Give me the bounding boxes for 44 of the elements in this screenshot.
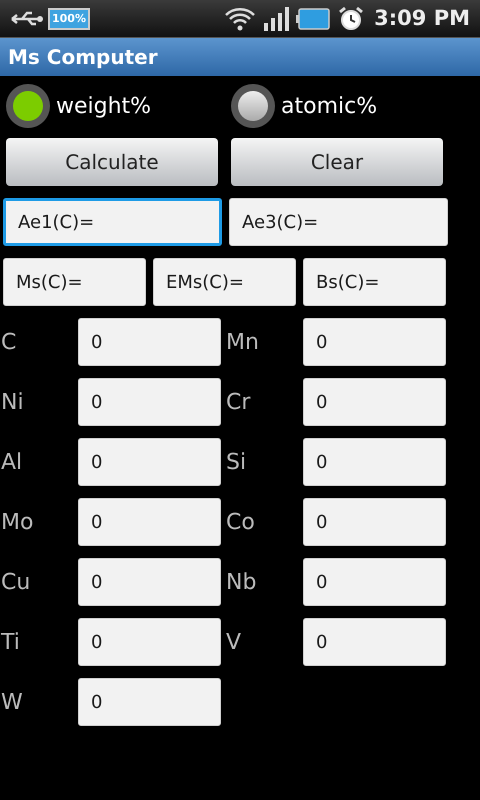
element-label: Si xyxy=(225,448,248,476)
clock-time: 3:09 PM xyxy=(374,4,470,32)
text-field[interactable]: 0 xyxy=(78,318,221,366)
element-label: Mn xyxy=(225,328,260,356)
text-field[interactable]: 0 xyxy=(303,378,446,426)
action-button[interactable]: Calculate xyxy=(6,138,218,186)
action-button[interactable]: Clear xyxy=(231,138,443,186)
text-field[interactable]: Bs(C)= xyxy=(303,258,446,306)
text-field[interactable]: 0 xyxy=(78,678,221,726)
element-label: Cr xyxy=(225,388,252,416)
alarm-clock-icon xyxy=(338,6,364,32)
text-field[interactable]: 0 xyxy=(303,498,446,546)
battery-icon xyxy=(296,8,330,30)
radio-button[interactable] xyxy=(231,84,275,128)
text-field[interactable]: 0 xyxy=(78,618,221,666)
text-field[interactable]: 0 xyxy=(78,438,221,486)
text-field[interactable]: 0 xyxy=(303,558,446,606)
element-label: Mo xyxy=(0,508,34,536)
radio-label: weight% xyxy=(56,92,152,120)
element-label: W xyxy=(0,688,24,716)
element-label: Al xyxy=(0,448,24,476)
wifi-icon xyxy=(224,6,256,32)
text-field[interactable]: 0 xyxy=(78,498,221,546)
window-title: Ms Computer xyxy=(8,44,158,71)
element-label: Cu xyxy=(0,568,32,596)
text-field[interactable]: 0 xyxy=(78,558,221,606)
element-label: C xyxy=(0,328,18,356)
text-field[interactable]: 0 xyxy=(303,318,446,366)
element-label: V xyxy=(225,628,242,656)
text-field[interactable]: 0 xyxy=(78,378,221,426)
usb-icon xyxy=(10,10,46,28)
element-label: Nb xyxy=(225,568,258,596)
radio-button[interactable] xyxy=(6,84,50,128)
element-label: Ti xyxy=(0,628,21,656)
text-field[interactable]: 0 xyxy=(303,438,446,486)
text-field[interactable]: Ae1(C)= xyxy=(3,198,222,246)
text-field[interactable]: Ms(C)= xyxy=(3,258,146,306)
element-label: Ni xyxy=(0,388,25,416)
text-field[interactable]: Ae3(C)= xyxy=(229,198,448,246)
element-label: Co xyxy=(225,508,256,536)
text-field[interactable]: 0 xyxy=(303,618,446,666)
text-field[interactable]: EMs(C)= xyxy=(153,258,296,306)
radio-label: atomic% xyxy=(281,92,378,120)
battery-indicator: 100% xyxy=(48,8,90,30)
